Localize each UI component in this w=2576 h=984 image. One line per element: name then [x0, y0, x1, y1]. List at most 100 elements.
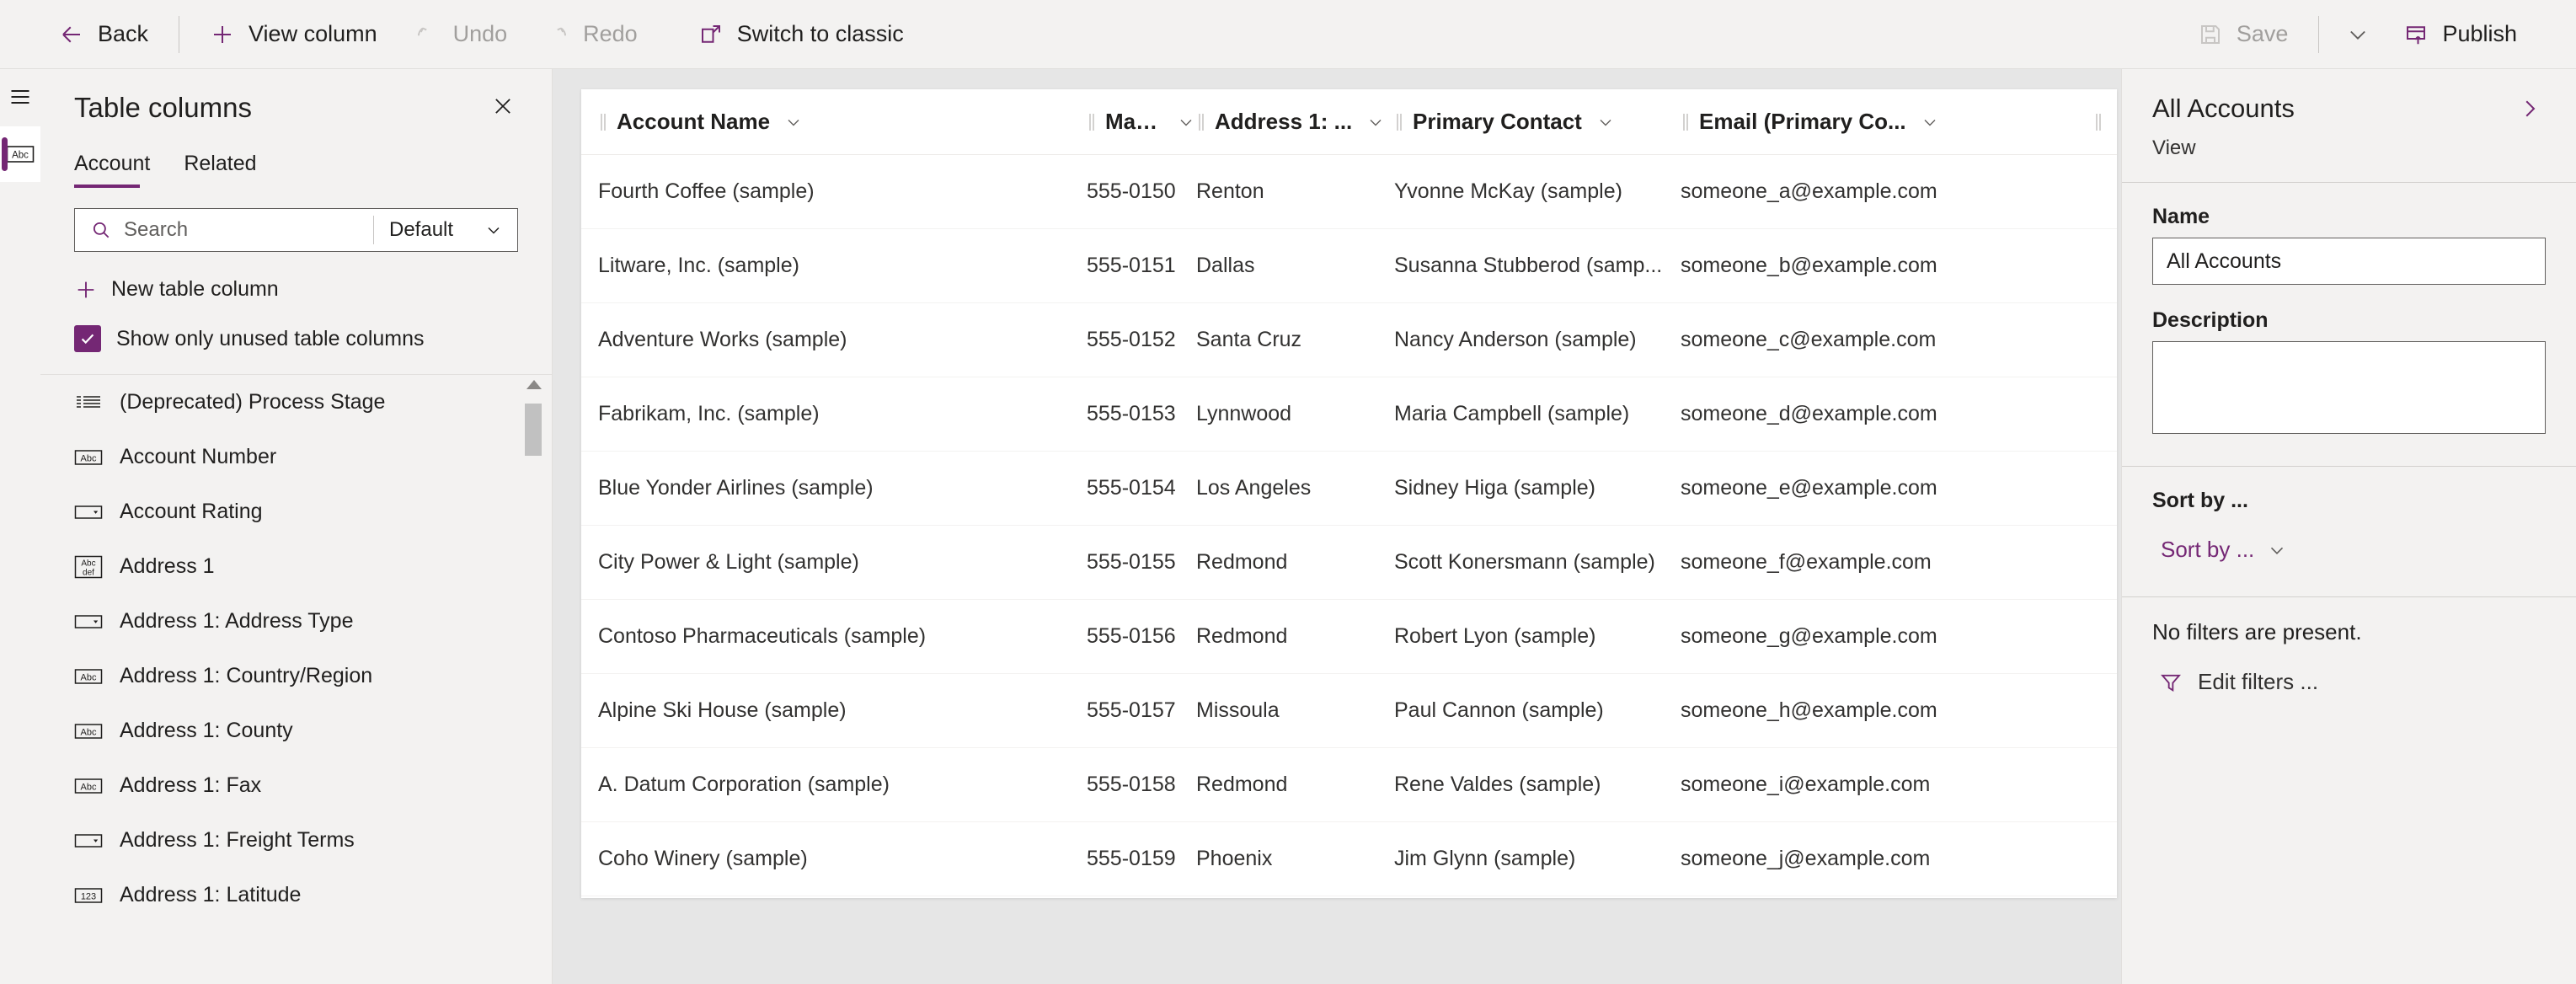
- column-list-scrollbar[interactable]: [525, 380, 542, 919]
- list-item[interactable]: Address 1: Freight Terms: [40, 813, 552, 868]
- list-item[interactable]: Account Rating: [40, 484, 552, 539]
- list-item[interactable]: Abc Address 1: County: [40, 703, 552, 758]
- plus-icon: [74, 278, 98, 302]
- column-drag-handle-icon[interactable]: [1196, 111, 1206, 133]
- show-unused-checkbox-row[interactable]: Show only unused table columns: [74, 322, 518, 356]
- new-table-column-label: New table column: [111, 277, 279, 301]
- table-row[interactable]: A. Datum Corporation (sample) 555-0158 Red…: [581, 748, 2117, 822]
- abcdef-icon: Abc def: [74, 555, 103, 579]
- edit-filters-button[interactable]: Edit filters ...: [2152, 664, 2325, 700]
- show-unused-checkbox[interactable]: [74, 325, 101, 352]
- table-row[interactable]: Blue Yonder Airlines (sample) 555-0154 Los…: [581, 452, 2117, 526]
- table-columns-list[interactable]: (Deprecated) Process Stage Abc Account Num…: [40, 375, 552, 922]
- search-input[interactable]: Search: [75, 209, 373, 251]
- column-header-3[interactable]: Primary Contact: [1394, 89, 1681, 155]
- column-drag-handle-icon[interactable]: [598, 111, 608, 133]
- list-item[interactable]: Abc Address 1: Fax: [40, 758, 552, 813]
- tab-account[interactable]: Account: [74, 147, 162, 188]
- chevron-down-icon[interactable]: [1176, 112, 1196, 132]
- rail-tab-columns[interactable]: Abc: [0, 126, 40, 182]
- table-cell: someone_h@example.com: [1681, 698, 1937, 722]
- hamburger-menu-button[interactable]: [0, 69, 40, 125]
- table-row[interactable]: Coho Winery (sample) 555-0159 Phoenix Jim G…: [581, 822, 2117, 896]
- column-header-2[interactable]: Address 1: ...: [1196, 89, 1394, 155]
- list-item[interactable]: Address 1: Address Type: [40, 594, 552, 649]
- column-header-0[interactable]: Account Name: [581, 89, 1087, 155]
- table-row[interactable]: Litware, Inc. (sample) 555-0151 Dallas Susa…: [581, 229, 2117, 303]
- save-options-button[interactable]: [2331, 8, 2385, 61]
- chevron-down-icon[interactable]: [1365, 112, 1386, 132]
- column-header-1[interactable]: Main Phone: [1087, 89, 1196, 155]
- list-item[interactable]: Abc Address 1: Country/Region: [40, 649, 552, 703]
- new-table-column-button[interactable]: New table column: [69, 270, 284, 308]
- column-filter-dropdown[interactable]: Default: [374, 209, 517, 251]
- close-panel-button[interactable]: [488, 91, 518, 121]
- column-header-label: Main Phone: [1105, 109, 1162, 134]
- chevron-down-icon: [484, 220, 504, 240]
- table-row[interactable]: Alpine Ski House (sample) 555-0157 Missoul…: [581, 674, 2117, 748]
- table-cell: 555-0150: [1087, 179, 1176, 203]
- table-row[interactable]: City Power & Light (sample) 555-0155 Redmo…: [581, 526, 2117, 600]
- column-drag-handle-icon[interactable]: [1087, 111, 1097, 133]
- undo-label: Undo: [452, 21, 508, 46]
- column-drag-handle-icon[interactable]: [1681, 111, 1691, 133]
- table-row[interactable]: Fabrikam, Inc. (sample) 555-0153 Lynnwood M…: [581, 377, 2117, 452]
- dropdown-icon: [74, 612, 103, 632]
- save-button[interactable]: Save: [2179, 8, 2307, 61]
- scrollbar-thumb[interactable]: [525, 404, 542, 456]
- table-cell: Redmond: [1196, 624, 1288, 648]
- publish-icon: [2403, 22, 2429, 47]
- table-row[interactable]: Fourth Coffee (sample) 555-0150 Renton Yvon…: [581, 155, 2117, 229]
- back-label: Back: [98, 21, 149, 46]
- undo-button[interactable]: Undo: [396, 8, 526, 61]
- list-item[interactable]: 123 Address 1: Latitude: [40, 868, 552, 922]
- chevron-down-icon[interactable]: [783, 112, 804, 132]
- chevron-down-icon[interactable]: [1920, 112, 1940, 132]
- description-field[interactable]: [2152, 341, 2546, 434]
- table-cell: Nancy Anderson (sample): [1394, 328, 1637, 351]
- expand-panel-button[interactable]: [2514, 93, 2546, 125]
- table-cell: 555-0153: [1087, 402, 1176, 425]
- list-item-label: Address 1: County: [120, 719, 293, 742]
- table-cell: someone_j@example.com: [1681, 847, 1931, 870]
- chevron-down-icon[interactable]: [1595, 112, 1616, 132]
- back-button[interactable]: Back: [40, 8, 167, 61]
- table-row[interactable]: Contoso Pharmaceuticals (sample) 555-0156…: [581, 600, 2117, 674]
- scroll-up-arrow-icon[interactable]: [526, 380, 542, 389]
- tab-related[interactable]: Related: [184, 147, 268, 188]
- properties-header-row: All Accounts: [2152, 93, 2546, 125]
- list-item-label: Address 1: Address Type: [120, 609, 354, 633]
- list-item-label: Address 1: Country/Region: [120, 664, 373, 687]
- list-item[interactable]: Abc Account Number: [40, 430, 552, 484]
- save-label: Save: [2236, 21, 2289, 46]
- column-header-4[interactable]: Email (Primary Co...: [1681, 89, 2076, 155]
- svg-text:123: 123: [81, 891, 96, 901]
- table-cell: City Power & Light (sample): [598, 550, 859, 574]
- command-bar-left: Back View column Undo Redo Switch to cla…: [0, 8, 922, 61]
- table-cell: someone_g@example.com: [1681, 624, 1937, 648]
- column-drag-handle-icon[interactable]: [2093, 111, 2117, 133]
- list-item[interactable]: Abc def Address 1: [40, 539, 552, 594]
- table-row[interactable]: Adventure Works (sample) 555-0152 Santa Cr…: [581, 303, 2117, 377]
- table-cell: Dallas: [1196, 254, 1255, 277]
- properties-title: All Accounts: [2152, 94, 2295, 123]
- save-icon: [2198, 22, 2223, 47]
- publish-button[interactable]: Publish: [2385, 8, 2536, 61]
- view-column-label: View column: [249, 21, 377, 46]
- list-item[interactable]: (Deprecated) Process Stage: [40, 375, 552, 430]
- dropdown-icon: [74, 831, 103, 851]
- column-header-label: Account Name: [617, 109, 771, 134]
- edit-filters-label: Edit filters ...: [2198, 669, 2319, 694]
- tab-related-label: Related: [184, 152, 257, 175]
- switch-to-classic-button[interactable]: Switch to classic: [680, 8, 922, 61]
- view-column-button[interactable]: View column: [191, 8, 396, 61]
- sort-by-dropdown[interactable]: Sort by ...: [2152, 532, 2296, 568]
- name-field[interactable]: All Accounts: [2152, 238, 2546, 285]
- redo-button[interactable]: Redo: [526, 8, 656, 61]
- table-cell: Santa Cruz: [1196, 328, 1302, 351]
- table-cell: someone_i@example.com: [1681, 773, 1931, 796]
- no-filters-text: No filters are present.: [2152, 619, 2362, 644]
- column-drag-handle-icon[interactable]: [1394, 111, 1404, 133]
- name-field-value: All Accounts: [2167, 249, 2282, 273]
- left-rail: Abc: [0, 69, 40, 984]
